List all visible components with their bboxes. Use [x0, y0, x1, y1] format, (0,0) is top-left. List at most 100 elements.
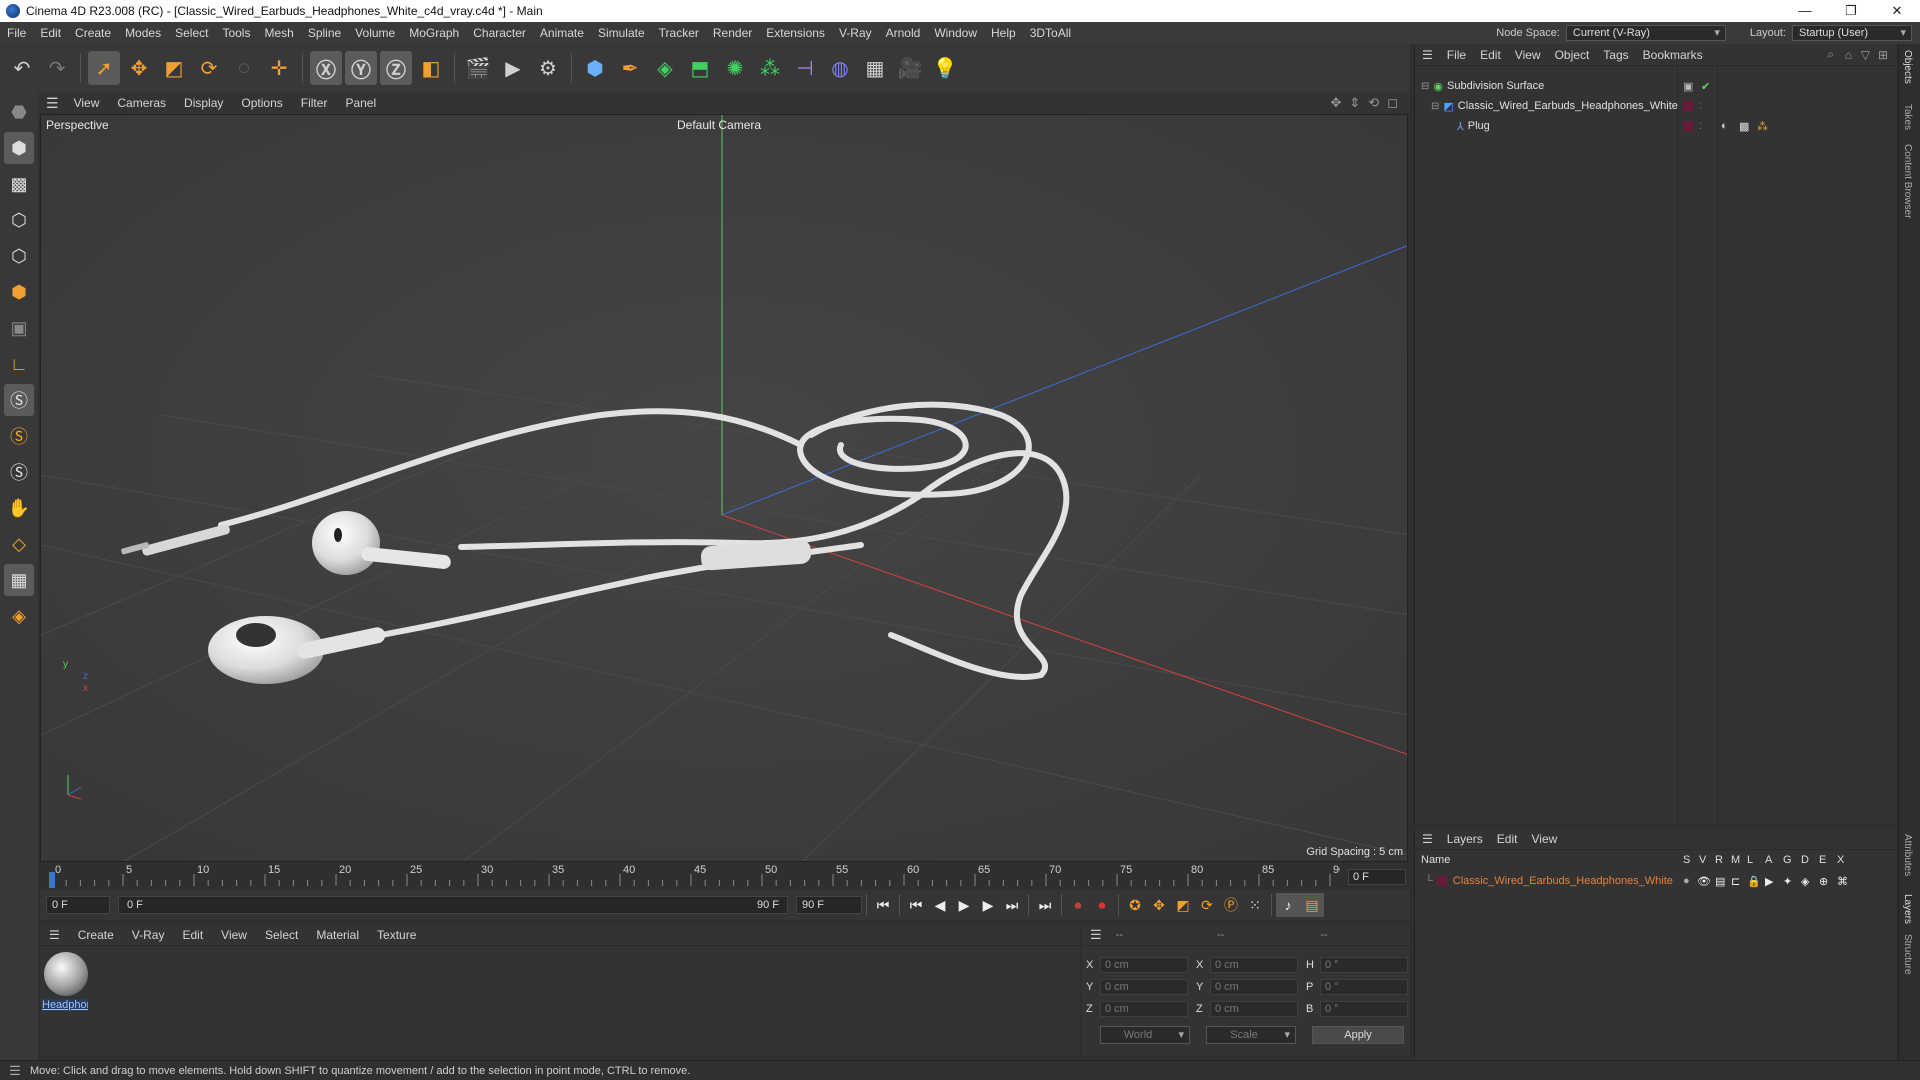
subdivision-icon[interactable]: ◈ — [649, 51, 681, 85]
node-space-dropdown[interactable]: Current (V-Ray) — [1565, 25, 1726, 41]
make-editable-icon[interactable]: ⬣ — [4, 96, 34, 128]
layer-xref-icon[interactable]: ⌘ — [1837, 875, 1848, 888]
menu-character[interactable]: Character — [466, 26, 533, 40]
viewport-menu-panel[interactable]: Panel — [336, 96, 385, 110]
undo-icon[interactable]: ↶ — [6, 51, 38, 85]
rot-h-field[interactable]: 0 ° — [1320, 957, 1408, 973]
current-frame-field[interactable]: 0 F — [1348, 869, 1406, 885]
menu-spline[interactable]: Spline — [301, 26, 348, 40]
edit-checkbox-icon[interactable]: ▣ — [1683, 80, 1693, 93]
minimize-button[interactable]: — — [1782, 0, 1828, 22]
phong-tag-icon[interactable]: ⁂ — [1757, 120, 1768, 133]
tab-attributes[interactable]: Attributes — [1902, 834, 1913, 876]
enabled-check-icon[interactable]: ✔ — [1701, 80, 1710, 93]
rot-b-field[interactable]: 0 ° — [1320, 1001, 1408, 1017]
timeline-ruler[interactable]: 0 5 10 15 20 25 30 35 40 45 50 55 60 65 70 75 80 85 90 0 F — [40, 862, 1410, 890]
object-menu-icon[interactable]: ☰ — [1415, 48, 1440, 62]
model-mode-icon[interactable]: ⬢ — [4, 132, 34, 164]
orbit-icon[interactable]: ⟲ — [1368, 95, 1379, 111]
playhead[interactable] — [49, 872, 55, 888]
pos-x-field[interactable]: 0 cm — [1100, 957, 1188, 973]
snap-icon[interactable]: Ⓢ — [4, 384, 34, 416]
material-menu-view[interactable]: View — [212, 928, 256, 942]
menu-extensions[interactable]: Extensions — [759, 26, 832, 40]
live-select-icon[interactable]: ◌ — [228, 51, 260, 85]
material-menu-icon[interactable]: ☰ — [40, 928, 69, 942]
light-icon[interactable]: 💡 — [929, 51, 961, 85]
perspective-viewport[interactable]: Perspective Default Camera y z x Grid Sp… — [40, 114, 1408, 862]
sound-icon[interactable]: ♪ — [1276, 893, 1300, 917]
menu-3dtoall[interactable]: 3DToAll — [1023, 26, 1078, 40]
layer-animation-icon[interactable]: ▶ — [1765, 875, 1773, 888]
menu-create[interactable]: Create — [68, 26, 118, 40]
layer-menu-edit[interactable]: Edit — [1490, 832, 1525, 846]
viewport-menu-options[interactable]: Options — [232, 96, 291, 110]
menu-file[interactable]: File — [0, 26, 33, 40]
menu-simulate[interactable]: Simulate — [591, 26, 652, 40]
goto-start-icon[interactable]: ⏮ — [871, 893, 895, 917]
key-rotation-icon[interactable]: ⟳ — [1195, 893, 1219, 917]
layer-visible-icon[interactable]: 👁 — [1697, 875, 1711, 888]
redo-icon[interactable]: ↷ — [41, 51, 73, 85]
end-frame-field[interactable]: 90 F — [796, 896, 862, 914]
prev-key-icon[interactable]: ⏮ — [904, 893, 928, 917]
size-x-field[interactable]: 0 cm — [1210, 957, 1298, 973]
cloner-icon[interactable]: ✺ — [719, 51, 751, 85]
visibility-dots-icon[interactable]: ⁚ — [1699, 121, 1702, 132]
viewport-menu-display[interactable]: Display — [175, 96, 232, 110]
menu-mograph[interactable]: MoGraph — [402, 26, 466, 40]
move-icon[interactable]: ✥ — [123, 51, 155, 85]
viewport-menu-filter[interactable]: Filter — [292, 96, 337, 110]
menu-mesh[interactable]: Mesh — [257, 26, 300, 40]
size-z-field[interactable]: 0 cm — [1210, 1001, 1298, 1017]
pen-icon[interactable]: ✒ — [614, 51, 646, 85]
menu-tools[interactable]: Tools — [215, 26, 257, 40]
key-scale-icon[interactable]: ◩ — [1171, 893, 1195, 917]
y-axis-icon[interactable]: Ⓨ — [345, 51, 377, 85]
material-menu-material[interactable]: Material — [307, 928, 368, 942]
field-icon[interactable]: ◍ — [824, 51, 856, 85]
material-menu-select[interactable]: Select — [256, 928, 307, 942]
menu-modes[interactable]: Modes — [118, 26, 168, 40]
maximize-view-icon[interactable]: ◻ — [1387, 95, 1398, 111]
object-row[interactable]: ⊟ ◩ Classic_Wired_Earbuds_Headphones_Whi… — [1415, 96, 1897, 116]
pan-icon[interactable]: ✥ — [1330, 95, 1341, 111]
object-new-view-icon[interactable]: ⊞ — [1878, 48, 1888, 62]
cube-icon[interactable]: ⬢ — [579, 51, 611, 85]
points-mode-icon[interactable]: ⬡ — [4, 204, 34, 236]
object-row[interactable]: ⅄ Plug ⁚ ◐ ▩ ⁂ — [1415, 116, 1897, 136]
viewport-camera-label[interactable]: Default Camera — [677, 118, 761, 132]
object-menu-bookmarks[interactable]: Bookmarks — [1636, 48, 1710, 62]
material-menu-create[interactable]: Create — [69, 928, 123, 942]
tab-takes[interactable]: Takes — [1902, 104, 1913, 130]
uv-mode-icon[interactable]: ▣ — [4, 312, 34, 344]
grid-plane-icon[interactable]: ▦ — [4, 564, 34, 596]
menu-volume[interactable]: Volume — [348, 26, 402, 40]
extrude-icon[interactable]: ⬒ — [684, 51, 716, 85]
layer-lock-icon[interactable]: 🔒 — [1747, 875, 1761, 888]
x-axis-icon[interactable]: Ⓧ — [310, 51, 342, 85]
key-pla-icon[interactable]: ⁙ — [1243, 893, 1267, 917]
tab-layers[interactable]: Layers — [1902, 894, 1913, 924]
menu-render[interactable]: Render — [706, 26, 759, 40]
object-menu-object[interactable]: Object — [1548, 48, 1597, 62]
record-icon[interactable]: ⏺ — [1066, 893, 1090, 917]
layer-menu-layers[interactable]: Layers — [1440, 832, 1490, 846]
preview-range-slider[interactable]: 0 F 90 F — [118, 896, 788, 914]
coordinate-space-dropdown[interactable]: World — [1100, 1026, 1190, 1044]
next-key-icon[interactable]: ⏭ — [1000, 893, 1024, 917]
pos-z-field[interactable]: 0 cm — [1100, 1001, 1188, 1017]
dolly-icon[interactable]: ⇕ — [1349, 95, 1360, 111]
pos-y-field[interactable]: 0 cm — [1100, 979, 1188, 995]
workplane-icon[interactable]: ◇ — [4, 528, 34, 560]
apply-button[interactable]: Apply — [1312, 1026, 1404, 1044]
coord-system-icon[interactable]: ◧ — [415, 51, 447, 85]
coordinate-menu-icon[interactable]: ☰ — [1090, 927, 1102, 943]
menu-arnold[interactable]: Arnold — [879, 26, 928, 40]
add-icon[interactable]: ✛ — [263, 51, 295, 85]
layer-menu-icon[interactable]: ☰ — [1415, 832, 1440, 846]
render-view-icon[interactable]: 🎬 — [462, 51, 494, 85]
layer-deformers-icon[interactable]: ◈ — [1801, 875, 1809, 888]
timeline-settings-icon[interactable]: ▤ — [1300, 893, 1324, 917]
layer-color-swatch[interactable] — [1436, 876, 1447, 886]
